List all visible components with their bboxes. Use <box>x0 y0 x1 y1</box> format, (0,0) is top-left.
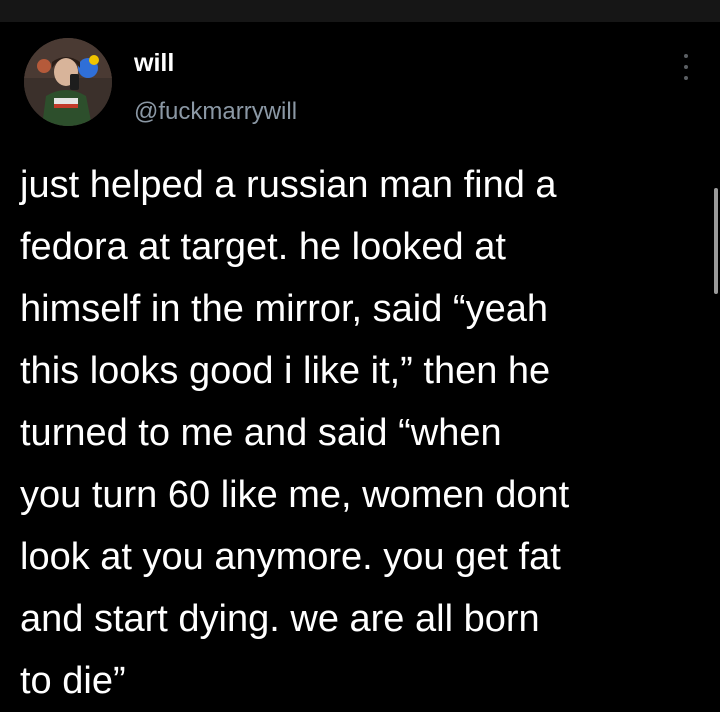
tweet-card: will @fuckmarrywill just helped a russia… <box>0 22 720 702</box>
tweet-text: just helped a russian man find a fedora … <box>20 164 570 702</box>
avatar-photo-icon <box>24 38 112 126</box>
user-handle[interactable]: @fuckmarrywill <box>134 100 297 124</box>
avatar[interactable] <box>24 38 112 126</box>
menu-dot <box>684 65 688 69</box>
more-options-icon[interactable] <box>676 54 696 80</box>
display-name[interactable]: will <box>134 51 174 76</box>
status-bar-strip <box>0 0 720 22</box>
scrollbar-thumb[interactable] <box>714 188 718 294</box>
menu-dot <box>684 54 688 58</box>
menu-dot <box>684 76 688 80</box>
